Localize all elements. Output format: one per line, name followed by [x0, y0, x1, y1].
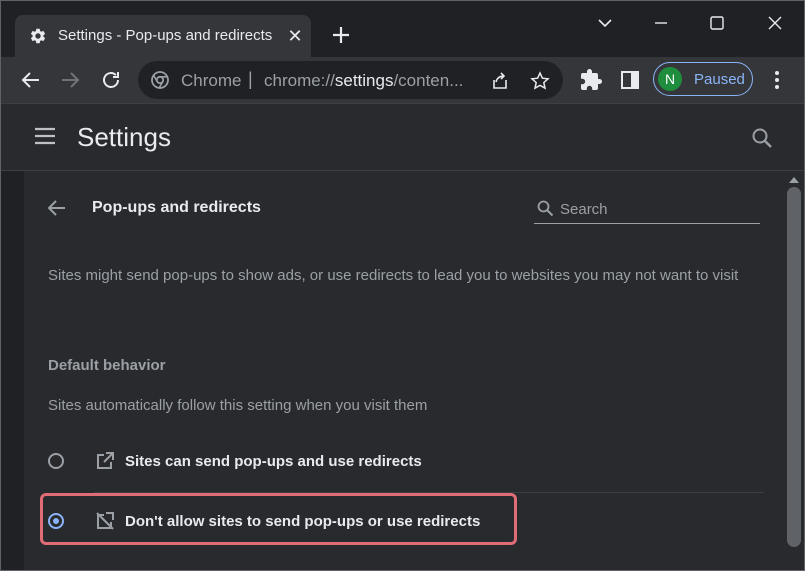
profile-status: Paused [694, 71, 745, 88]
option-label: Sites can send pop-ups and use redirects [125, 453, 422, 470]
extensions-puzzle-icon[interactable] [579, 68, 603, 92]
new-tab-plus-icon[interactable] [329, 23, 353, 47]
tab-search-chevron-icon[interactable] [585, 9, 625, 37]
scrollbar[interactable] [784, 171, 804, 570]
tab-close-icon[interactable]: ✕ [285, 26, 305, 46]
profile-button[interactable]: N Paused [653, 62, 753, 96]
option-allow-popups[interactable]: Sites can send pop-ups and use redirects [24, 433, 764, 489]
more-menu-icon[interactable] [765, 68, 789, 92]
tab-title: Settings - Pop-ups and redirects [58, 27, 273, 44]
gear-icon [30, 28, 46, 44]
page-title: Settings [77, 122, 171, 152]
back-arrow-icon[interactable] [46, 197, 68, 219]
tab-strip: Settings - Pop-ups and redirects ✕ [1, 1, 804, 57]
scroll-up-arrow-icon[interactable] [789, 177, 799, 183]
url-separator: | [248, 69, 253, 89]
address-bar[interactable]: Chrome | chrome://settings/conten... [138, 61, 563, 99]
chrome-logo-icon [151, 71, 169, 89]
section-title: Pop-ups and redirects [92, 199, 261, 216]
browser-window: Settings - Pop-ups and redirects ✕ Chrom… [0, 0, 805, 571]
side-panel-icon[interactable] [618, 68, 642, 92]
back-icon[interactable] [19, 68, 43, 92]
minimize-icon[interactable] [641, 9, 681, 37]
reload-icon[interactable] [99, 68, 123, 92]
settings-header: Settings [1, 103, 804, 171]
default-behavior-heading: Default behavior [48, 357, 166, 374]
maximize-icon[interactable] [697, 9, 737, 37]
browser-toolbar: Chrome | chrome://settings/conten... N P… [1, 57, 804, 103]
search-icon [537, 200, 554, 217]
forward-icon[interactable] [58, 68, 82, 92]
share-icon[interactable] [490, 71, 510, 91]
tab-settings[interactable]: Settings - Pop-ups and redirects ✕ [15, 15, 311, 57]
url-text[interactable]: chrome://settings/conten... [264, 71, 463, 91]
search-icon[interactable] [751, 127, 773, 149]
bookmark-star-icon[interactable] [530, 71, 550, 91]
radio-allow-popups[interactable] [48, 453, 64, 469]
avatar: N [658, 67, 682, 91]
section-description: Sites might send pop-ups to show ads, or… [48, 267, 739, 284]
search-input[interactable] [558, 197, 757, 221]
search-field[interactable] [534, 193, 760, 224]
default-behavior-description: Sites automatically follow this setting … [48, 397, 428, 414]
scrollbar-thumb[interactable] [787, 187, 801, 547]
open-in-new-icon [97, 452, 114, 469]
highlight-box [40, 493, 517, 545]
hamburger-menu-icon[interactable] [34, 127, 56, 145]
site-label: Chrome [181, 71, 242, 90]
close-window-icon[interactable] [755, 9, 795, 37]
